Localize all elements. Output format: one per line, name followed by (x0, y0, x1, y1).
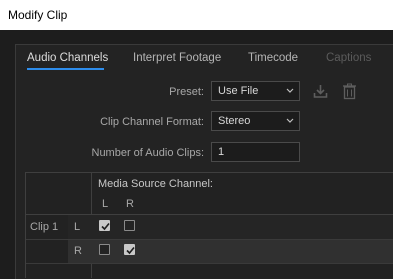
active-tab-indicator (27, 68, 104, 70)
grid-divider (26, 239, 393, 240)
chevron-down-icon (286, 118, 294, 123)
audio-clips-label: Number of Audio Clips: (91, 147, 205, 159)
tab-timecode[interactable]: Timecode (248, 52, 298, 64)
chevron-down-icon (286, 88, 294, 93)
audio-clips-value: 1 (218, 146, 225, 158)
preset-dropdown[interactable]: Use File (211, 81, 300, 101)
channel-format-value: Stereo (218, 115, 251, 127)
checkbox-clip1-r-source-r[interactable] (124, 244, 135, 255)
checkbox-clip1-l-source-l[interactable] (99, 220, 110, 231)
trash-icon[interactable] (342, 83, 357, 100)
audio-clips-input[interactable]: 1 (211, 142, 300, 162)
column-header-r: R (126, 198, 134, 210)
grid-row-l (68, 215, 393, 239)
clip-label: Clip 1 (30, 221, 59, 233)
checkmark-icon (126, 246, 135, 255)
grid-row-r (68, 239, 393, 263)
checkbox-clip1-r-source-l[interactable] (99, 244, 110, 255)
preset-value: Use File (218, 85, 259, 97)
tab-captions: Captions (326, 52, 372, 64)
grid-divider (26, 263, 393, 264)
media-source-channel-header: Media Source Channel: (98, 178, 213, 190)
tab-audio-channels[interactable]: Audio Channels (27, 52, 108, 64)
row-channel-l: L (74, 221, 81, 233)
window-title: Modify Clip (8, 8, 68, 22)
channel-format-dropdown[interactable]: Stereo (211, 111, 300, 131)
tab-interpret-footage[interactable]: Interpret Footage (133, 52, 221, 64)
checkmark-icon (101, 222, 110, 231)
title-bar: Modify Clip (0, 0, 393, 30)
channel-format-label: Clip Channel Format: (100, 116, 204, 128)
checkbox-clip1-l-source-r[interactable] (124, 220, 135, 231)
row-channel-r: R (74, 245, 82, 257)
column-header-l: L (102, 198, 109, 210)
save-preset-icon[interactable] (312, 83, 329, 100)
preset-label: Preset: (169, 86, 204, 98)
